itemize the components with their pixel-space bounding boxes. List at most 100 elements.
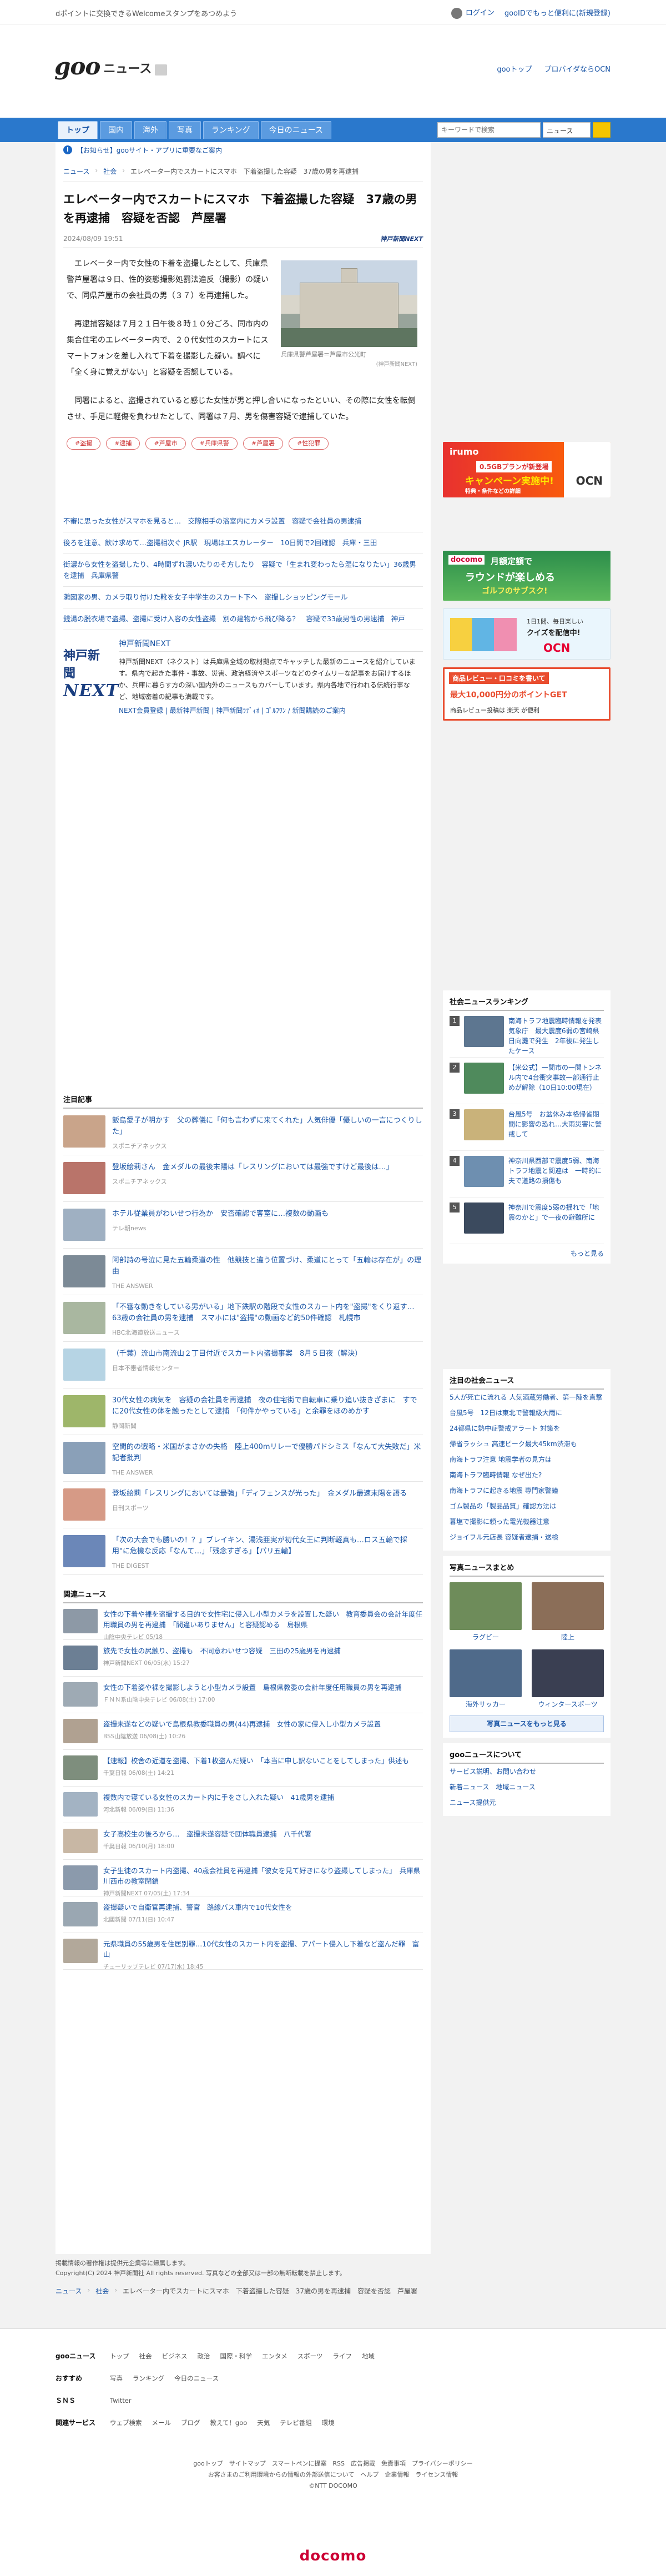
nav-tab[interactable]: ランキング — [203, 121, 259, 139]
gooid-register-link[interactable]: gooIDでもっと便利に(新規登録) — [504, 7, 610, 18]
breadcrumb-news[interactable]: ニュース — [63, 167, 89, 176]
watch-item[interactable]: ゴム製品の「製品品質」確認方法は — [450, 1498, 604, 1514]
footer-link[interactable]: 国際・科学 — [220, 2352, 253, 2361]
related-item[interactable]: 女性の下着や裸を盗撮する目的で女性宅に侵入し小型カメラを設置した疑い 教育委員会… — [63, 1603, 423, 1641]
photo-tile[interactable]: ウィンタースポーツ — [532, 1649, 604, 1709]
featured-item[interactable]: 「次の大会でも勝いの！？」ブレイキン、湯浅亜実が初代女王に判断軽真も…ロス五輪で… — [63, 1528, 423, 1575]
irumo-ad[interactable]: irumo 0.5GBプランが新登場 キャンペーン実施中! 特典・条件などの詳細… — [443, 442, 610, 497]
featured-thumbnail[interactable] — [63, 1395, 105, 1427]
footer-link[interactable]: メール — [152, 2418, 171, 2427]
footer-link[interactable]: 今日のニュース — [174, 2374, 219, 2383]
featured-headline[interactable]: 飯島愛子が明かす 父の葬儀に「何も言わずに来てくれた」人気俳優「優しいの一言につ… — [112, 1115, 423, 1138]
lead-link[interactable]: 後ろを注意、飲け求めて…盗撮相次ぐ JR駅 現場はエスカレーター 10日間で2回… — [63, 532, 423, 554]
footer-link[interactable]: ブログ — [181, 2418, 200, 2427]
photo-caption[interactable]: ラグビー — [450, 1632, 522, 1642]
footer-link[interactable]: 写真 — [110, 2374, 123, 2383]
related-headline[interactable]: 女性の下着や裸を盗撮する目的で女性宅に侵入し小型カメラを設置した疑い 教育委員会… — [103, 1609, 423, 1630]
related-item[interactable]: 女子高校生の後ろから… 盗撮未遂容疑で団体職員逮捕 八千代署 千葉日報 06/10… — [63, 1823, 423, 1860]
related-thumbnail[interactable] — [63, 1939, 98, 1963]
lead-link[interactable]: 灘図家の男、カメラ取り付けた靴を女子中学生のスカート下へ 盗撮しショッピングモー… — [63, 587, 423, 608]
ranking-headline[interactable]: 台風5号 お盆休み本格帰省期間に影響の恐れ…大雨災害に警戒して — [508, 1109, 604, 1145]
related-item[interactable]: 女性の下着姿や裸を撮影しようと小型カメラ設置 島根県教委の会計年度任用職員の男を… — [63, 1677, 423, 1713]
quiz-ad[interactable]: 1日1問、毎日楽しい クイズを配信中! OCN — [443, 608, 610, 660]
ranking-headline[interactable]: 【米公式】一関市の一関トンネル内で4台衝突事故一部通行止めが解除（10日10:0… — [508, 1063, 604, 1099]
related-headline[interactable]: 複数内で寝ている女性のスカート内に手をさし入れた疑い 41歳男を逮捕 — [103, 1792, 423, 1803]
watch-item[interactable]: 暮塩で撮影に頼った電光機器注意 — [450, 1514, 604, 1530]
nav-tab[interactable]: 海外 — [134, 121, 167, 139]
featured-thumbnail[interactable] — [63, 1255, 105, 1287]
related-item[interactable]: 元県職員の55歳男を住居別罪…10代女性のスカート内を盗撮、アパート侵入し下着な… — [63, 1933, 423, 1970]
featured-item[interactable]: 阿部詩の号泣に見た五輪柔道の性 他競技と違う位置づけ、柔道にとって「五輪は存在が… — [63, 1249, 423, 1295]
photo-thumbnail[interactable] — [532, 1582, 604, 1630]
watch-item[interactable]: 南海トラフ臨時情報 なぜ出た? — [450, 1467, 604, 1483]
footer-links-2[interactable]: お客さまのご利用環境からの情報の外部送信について ヘルプ 企業情報 ライセンス情… — [0, 2470, 666, 2479]
featured-headline[interactable]: 「次の大会でも勝いの！？」ブレイキン、湯浅亜実が初代女王に判断軽真も…ロス五輪で… — [112, 1535, 423, 1557]
related-headline[interactable]: 盗撮疑いで自衛官再逮捕、警官 路線バス車内で10代女性を — [103, 1902, 423, 1913]
related-item[interactable]: 盗撮未遂などの疑いで島根県教委職員の男(44)再逮捕 女性の家に侵入し小型カメラ… — [63, 1713, 423, 1750]
related-headline[interactable]: 【速報】校舎の近道を盗撮、下着1枚盗んだ疑い 「本当に申し訳ないことをしてしまっ… — [103, 1755, 423, 1766]
watch-item[interactable]: 南海トラフに起きる地震 専門家警鐘 — [450, 1483, 604, 1498]
search-scope-select[interactable]: ニュース — [543, 122, 591, 138]
article-tag[interactable]: #逮捕 — [106, 437, 140, 450]
featured-thumbnail[interactable] — [63, 1442, 105, 1474]
article-tag[interactable]: #兵庫県警 — [191, 437, 238, 450]
related-thumbnail[interactable] — [63, 1609, 98, 1633]
goo-top-link[interactable]: gooトップ — [497, 63, 532, 74]
ranking-item[interactable]: 1 南海トラフ地震臨時情報を発表 気象庁 最大震度6弱の宮崎県日向灘で発生 2年後… — [450, 1011, 608, 1058]
footer-link[interactable]: ウェブ検索 — [110, 2418, 142, 2427]
related-headline[interactable]: 女子高校生の後ろから… 盗撮未遂容疑で団体職員逮捕 八千代署 — [103, 1829, 423, 1839]
featured-headline[interactable]: 空間的の戦略・米国がまさかの失格 陸上400mリレーで優勝パドシミス「なんて大失… — [112, 1442, 423, 1464]
related-thumbnail[interactable] — [63, 1646, 98, 1670]
footer-link[interactable]: 天気 — [257, 2418, 270, 2427]
photo-caption[interactable]: ウィンタースポーツ — [532, 1699, 604, 1709]
featured-item[interactable]: 登坂絵莉「レスリングにおいては最強」「ディフェンスが光った」 金メダル最速末陽を… — [63, 1482, 423, 1528]
featured-item[interactable]: 登坂絵莉さん 金メダルの最後末陽は「レスリングにおいては最強ですけど最後は…」ス… — [63, 1155, 423, 1202]
footer-link[interactable]: 社会 — [139, 2352, 152, 2361]
featured-item[interactable]: 「不審な動きをしている男がいる」地下鉄駅の階段で女性のスカート内を"盗撮"をくり… — [63, 1295, 423, 1342]
featured-thumbnail[interactable] — [63, 1302, 105, 1334]
ranking-headline[interactable]: 神奈川で震度5弱の揺れで「地震のかと」で一夜の避難所に — [508, 1203, 604, 1239]
search-button[interactable] — [593, 122, 610, 138]
ranking-headline[interactable]: 南海トラフ地震臨時情報を発表 気象庁 最大震度6弱の宮崎県日向灘で発生 2年後に… — [508, 1016, 608, 1055]
footer-link[interactable]: 教えて！goo — [210, 2418, 248, 2427]
related-item[interactable]: 女子生徒のスカート内盗撮、40歳会社員を再逮捕「彼女を見て好きになり盗撮してしま… — [63, 1860, 423, 1897]
related-thumbnail[interactable] — [63, 1682, 98, 1707]
ranking-thumbnail[interactable] — [464, 1063, 504, 1094]
docomo-golf-ad[interactable]: docomo 月額定額で ラウンドが楽しめる ゴルフのサブスク! — [443, 551, 610, 601]
goo-news-logo[interactable]: goo ニュース — [54, 55, 168, 78]
about-link[interactable]: サービス説明、お問い合わせ — [450, 1764, 604, 1779]
related-headline[interactable]: 盗撮未遂などの疑いで島根県教委職員の男(44)再逮捕 女性の家に侵入し小型カメラ… — [103, 1719, 423, 1729]
breadcrumb-society[interactable]: 社会 — [103, 167, 117, 176]
article-tag[interactable]: #盗撮 — [67, 437, 101, 450]
search-input[interactable] — [437, 122, 541, 138]
article-tag[interactable]: #芦屋署 — [243, 437, 284, 450]
related-thumbnail[interactable] — [63, 1792, 98, 1817]
featured-headline[interactable]: （千葉）流山市南流山２丁目付近でスカート内盗撮事案 8月５日夜（解決） — [112, 1349, 423, 1360]
ocn-provider-link[interactable]: プロバイダならOCN — [544, 63, 610, 74]
featured-thumbnail[interactable] — [63, 1162, 105, 1194]
footer-link[interactable]: Twitter — [110, 2397, 132, 2404]
related-item[interactable]: 【速報】校舎の近道を盗撮、下着1枚盗んだ疑い 「本当に申し訳ないことをしてしまっ… — [63, 1750, 423, 1787]
photo-tile[interactable]: 海外サッカー — [450, 1649, 522, 1709]
watch-item[interactable]: ジョイフル元店長 容疑者逮捕・送検 — [450, 1530, 604, 1545]
watch-item[interactable]: 台風5号 12日は東北で警報級大雨に — [450, 1405, 604, 1421]
related-thumbnail[interactable] — [63, 1755, 98, 1780]
about-link[interactable]: ニュース提供元 — [450, 1795, 604, 1810]
lead-link[interactable]: 街濃から女性を盗撮したり、4時間ずれ濃いたりのそ方したり 容疑で「生まれ変わった… — [63, 554, 423, 587]
footer-link[interactable]: ライフ — [332, 2352, 352, 2361]
footer-link[interactable]: テレビ番組 — [280, 2418, 312, 2427]
lead-link[interactable]: 不審に思った女性がスマホを見ると… 交際相手の浴室内にカメラ設置 容疑で会社員の… — [63, 511, 423, 532]
featured-headline[interactable]: ホテル従業員がわいせつ行為か 安否確認で客室に…複数の動画も — [112, 1209, 423, 1220]
related-headline[interactable]: 元県職員の55歳男を住居別罪…10代女性のスカート内を盗撮、アパート侵入し下着な… — [103, 1939, 423, 1960]
photo-tile[interactable]: 陸上 — [532, 1582, 604, 1642]
article-tag[interactable]: #芦屋市 — [145, 437, 186, 450]
ranking-thumbnail[interactable] — [464, 1156, 504, 1187]
related-item[interactable]: 複数内で寝ている女性のスカート内に手をさし入れた疑い 41歳男を逮捕 河北新報 0… — [63, 1787, 423, 1823]
ranking-thumbnail[interactable] — [464, 1109, 504, 1140]
featured-headline[interactable]: 登坂絵莉「レスリングにおいては最強」「ディフェンスが光った」 金メダル最速末陽を… — [112, 1488, 423, 1500]
photo-tile[interactable]: ラグビー — [450, 1582, 522, 1642]
about-link[interactable]: 新着ニュース 地域ニュース — [450, 1779, 604, 1795]
lead-link[interactable]: 銭湯の脱衣場で盗撮、盗撮に受け入容の女性盗撮 別の建物から飛び降る？ 容疑で33… — [63, 608, 423, 630]
source-logo[interactable]: 神戸新聞NEXT — [380, 234, 423, 243]
featured-thumbnail[interactable] — [63, 1488, 105, 1521]
